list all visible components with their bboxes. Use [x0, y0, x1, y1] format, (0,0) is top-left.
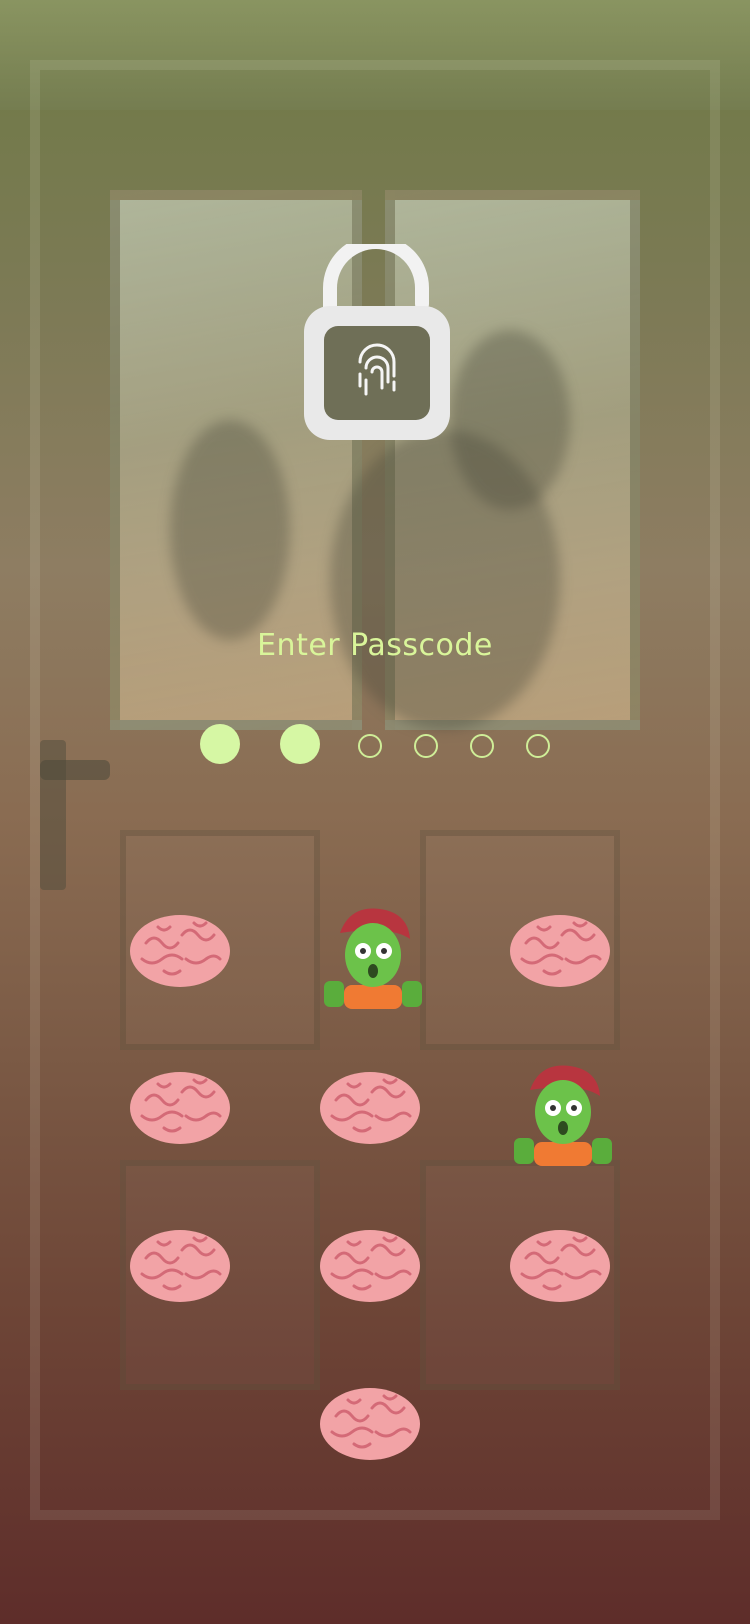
keypad-key-1[interactable]	[128, 905, 238, 1015]
brain-icon	[318, 1060, 428, 1174]
silhouette-figure	[330, 430, 560, 730]
passcode-dot-empty	[358, 734, 382, 758]
door-handle	[40, 760, 110, 780]
enter-passcode-label: Enter Passcode	[257, 628, 493, 663]
passcode-dot-filled	[200, 724, 240, 764]
keypad-key-0[interactable]	[318, 1378, 428, 1488]
keypad-key-2[interactable]	[318, 905, 428, 1015]
brain-icon	[508, 1218, 618, 1332]
keypad-key-7[interactable]	[128, 1220, 238, 1330]
zombie-icon	[508, 1060, 618, 1174]
brain-icon	[128, 1218, 238, 1332]
brain-icon	[508, 903, 618, 1017]
passcode-dot-filled	[280, 724, 320, 764]
keypad-key-6[interactable]	[508, 1062, 618, 1172]
brain-icon	[318, 1218, 428, 1332]
keypad-key-4[interactable]	[128, 1062, 238, 1172]
brain-icon	[128, 1060, 238, 1174]
unlocked-padlock-fingerprint-icon	[302, 244, 452, 444]
keypad-key-8[interactable]	[318, 1220, 428, 1330]
zombie-icon	[318, 903, 428, 1017]
keypad-key-3[interactable]	[508, 905, 618, 1015]
brain-icon	[128, 903, 238, 1017]
lock-screen: Enter Passcode	[0, 0, 750, 1624]
passcode-dot-empty	[470, 734, 494, 758]
keypad-key-9[interactable]	[508, 1220, 618, 1330]
brain-icon	[318, 1376, 428, 1490]
silhouette-hand-left	[170, 420, 290, 640]
passcode-dot-empty	[526, 734, 550, 758]
passcode-dot-empty	[414, 734, 438, 758]
keypad-key-5[interactable]	[318, 1062, 428, 1172]
